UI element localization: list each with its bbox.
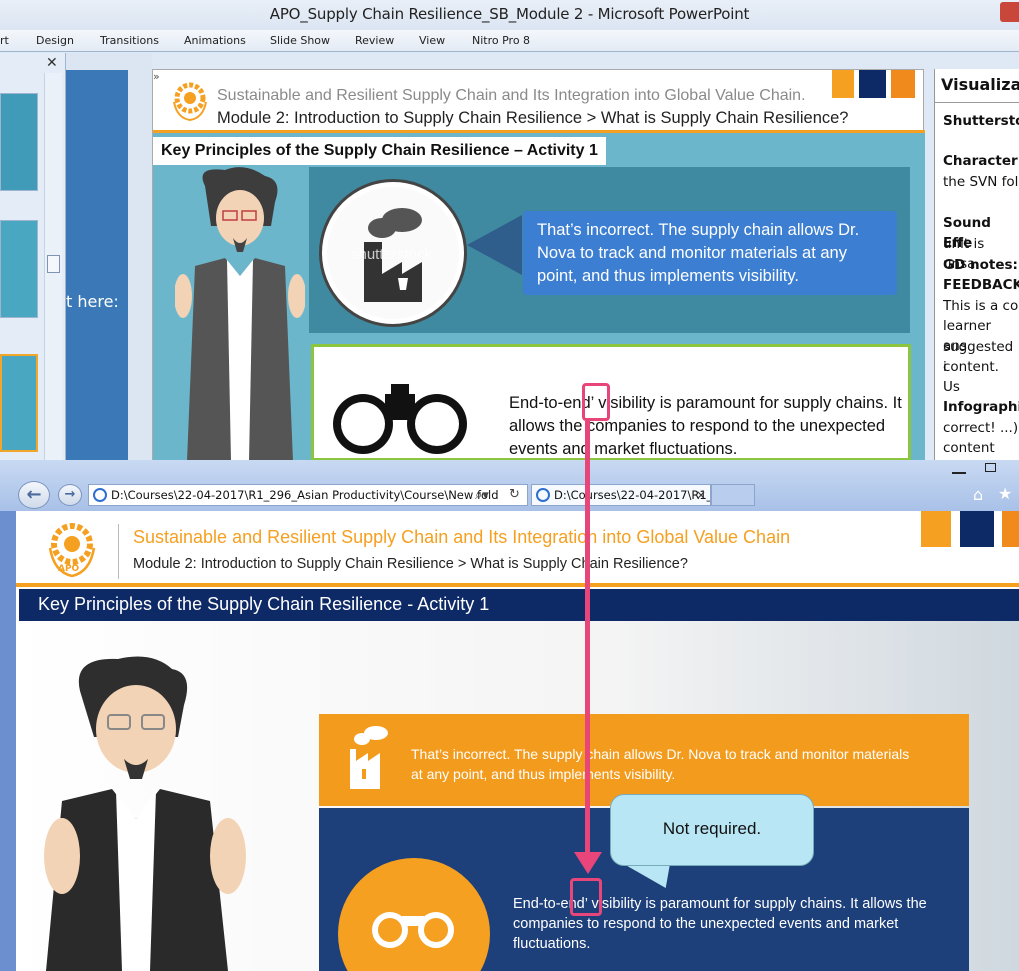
feedback-text: That’s incorrect. The supply chain allow… (523, 211, 897, 295)
activity-title: Key Principles of the Supply Chain Resil… (38, 594, 490, 614)
notes-pane-left (66, 70, 128, 460)
slide-thumbnail-selected[interactable] (0, 354, 38, 452)
deco-square (960, 511, 994, 547)
deco-square (832, 70, 854, 98)
browser-window: ← → D:\Courses\22-04-2017\R1_296_Asian P… (0, 460, 1019, 971)
address-text: D:\Courses\22-04-2017\R1_296_Asian Produ… (111, 488, 499, 502)
arrow-head (574, 852, 602, 874)
close-icon[interactable]: ✕ (46, 56, 60, 70)
slide-header-line1: Sustainable and Resilient Supply Chain a… (217, 87, 806, 104)
notes-line: correct! ...) (943, 420, 1019, 436)
notes-line (943, 193, 1019, 213)
tab-label: D:\Courses\22-04-2017\R1_... (554, 488, 711, 502)
factory-icon (346, 725, 392, 789)
notes-line: Character: (943, 153, 1019, 169)
home-icon[interactable]: ⌂ (973, 485, 983, 504)
deco-square (921, 511, 951, 547)
character-dr-nova (174, 166, 306, 461)
notes-line: suggested i (943, 339, 1014, 375)
character-dr-nova (32, 651, 252, 971)
page-header-line2: Module 2: Introduction to Supply Chain R… (133, 556, 688, 572)
minimize-icon[interactable] (952, 464, 966, 474)
page-header-line1: Sustainable and Resilient Supply Chain a… (133, 527, 791, 547)
logo-text: APO (58, 564, 80, 574)
slide-title: Key Principles of the Supply Chain Resil… (153, 137, 606, 165)
scrollbar-thumb[interactable] (47, 255, 60, 273)
address-bar[interactable]: D:\Courses\22-04-2017\R1_296_Asian Produ… (88, 484, 528, 506)
tab-nitro[interactable]: Nitro Pro 8 (472, 34, 530, 47)
powerpoint-window: APO_Supply Chain Resilience_SB_Module 2 … (0, 0, 1019, 461)
notes-line: FEEDBACK (943, 277, 1019, 293)
slide-header-line2: Module 2: Introduction to Supply Chain R… (217, 109, 849, 127)
deco-square (1002, 511, 1019, 547)
notes-line: GD notes: (943, 257, 1018, 273)
notes-line: Sound Effe (943, 215, 991, 251)
notes-line: This is a co (943, 298, 1019, 314)
notes-line (943, 131, 1019, 151)
notes-placeholder: t here: (66, 292, 119, 311)
highlight-box-browser (570, 878, 602, 916)
tab-design[interactable]: Design (36, 34, 74, 47)
notes-line: learner ans (943, 318, 992, 354)
binoculars-icon (325, 376, 475, 461)
apo-logo: APO (44, 520, 100, 580)
tab-insert[interactable]: rt (0, 34, 9, 47)
back-button[interactable]: ← (18, 481, 50, 509)
header-divider (118, 524, 119, 579)
annotation-callout: Not required. (610, 794, 814, 866)
content-text: End-to-end’ visibility is paramount for … (509, 394, 902, 458)
ie-page-icon (536, 488, 550, 502)
slide-thumbnails-pane: ✕ (0, 53, 66, 460)
tab-transitions[interactable]: Transitions (100, 34, 159, 47)
course-page: APO Sustainable and Resilient Supply Cha… (16, 511, 1019, 971)
feedback-pointer (467, 215, 522, 275)
deco-square (891, 70, 915, 98)
tab-view[interactable]: View (419, 34, 445, 47)
notes-pane-right[interactable]: Visualizat Shutterstoc Character: the SV… (934, 69, 1019, 460)
refresh-icon[interactable]: ↻ (509, 485, 520, 505)
watermark-text: shutterstock (351, 246, 432, 263)
notes-line: content. Us (943, 359, 999, 395)
slide-thumbnail[interactable] (0, 220, 38, 318)
new-tab-button[interactable] (711, 484, 755, 506)
maximize-icon[interactable] (985, 463, 996, 472)
search-icon[interactable]: ⌕▾ (475, 486, 489, 505)
ie-page-icon (93, 488, 107, 502)
notes-line: Visualizat (935, 69, 1019, 103)
notes-line: Shutterstoc (943, 113, 1019, 129)
close-icon[interactable] (1000, 2, 1019, 22)
notes-line: unit is unsa (943, 236, 985, 272)
expand-icon[interactable]: » (153, 70, 160, 83)
tab-review[interactable]: Review (355, 34, 394, 47)
notes-line: Infographic (943, 399, 1019, 415)
tab-slide-show[interactable]: Slide Show (270, 34, 330, 47)
tab-animations[interactable]: Animations (184, 34, 246, 47)
header-rule (16, 583, 1019, 587)
forward-button[interactable]: → (58, 484, 82, 506)
feedback-text: That’s incorrect. The supply chain allow… (411, 746, 910, 782)
browser-toolbar: ← → D:\Courses\22-04-2017\R1_296_Asian P… (0, 460, 1019, 511)
browser-tab[interactable]: D:\Courses\22-04-2017\R1_... × (531, 484, 711, 506)
notes-line: the SVN fol (943, 174, 1019, 190)
binoculars-icon (338, 858, 490, 971)
apo-logo (169, 80, 211, 122)
close-tab-icon[interactable]: × (696, 485, 706, 505)
highlight-box-ppt (582, 383, 610, 421)
slide-thumbnail[interactable] (0, 93, 38, 191)
slide-canvas[interactable]: » Sustainable and Resilient Supply Chain… (152, 69, 925, 461)
ribbon-tabs: rt Design Transitions Animations Slide S… (0, 30, 1019, 52)
window-title: APO_Supply Chain Resilience_SB_Module 2 … (0, 0, 1019, 30)
connector-line (585, 421, 590, 861)
notes-line: content (943, 440, 995, 456)
favorites-icon[interactable]: ★ (998, 484, 1012, 503)
deco-square (859, 70, 886, 98)
thumbnail-scrollbar[interactable] (44, 73, 62, 460)
screenshot-root: APO_Supply Chain Resilience_SB_Module 2 … (0, 0, 1019, 971)
